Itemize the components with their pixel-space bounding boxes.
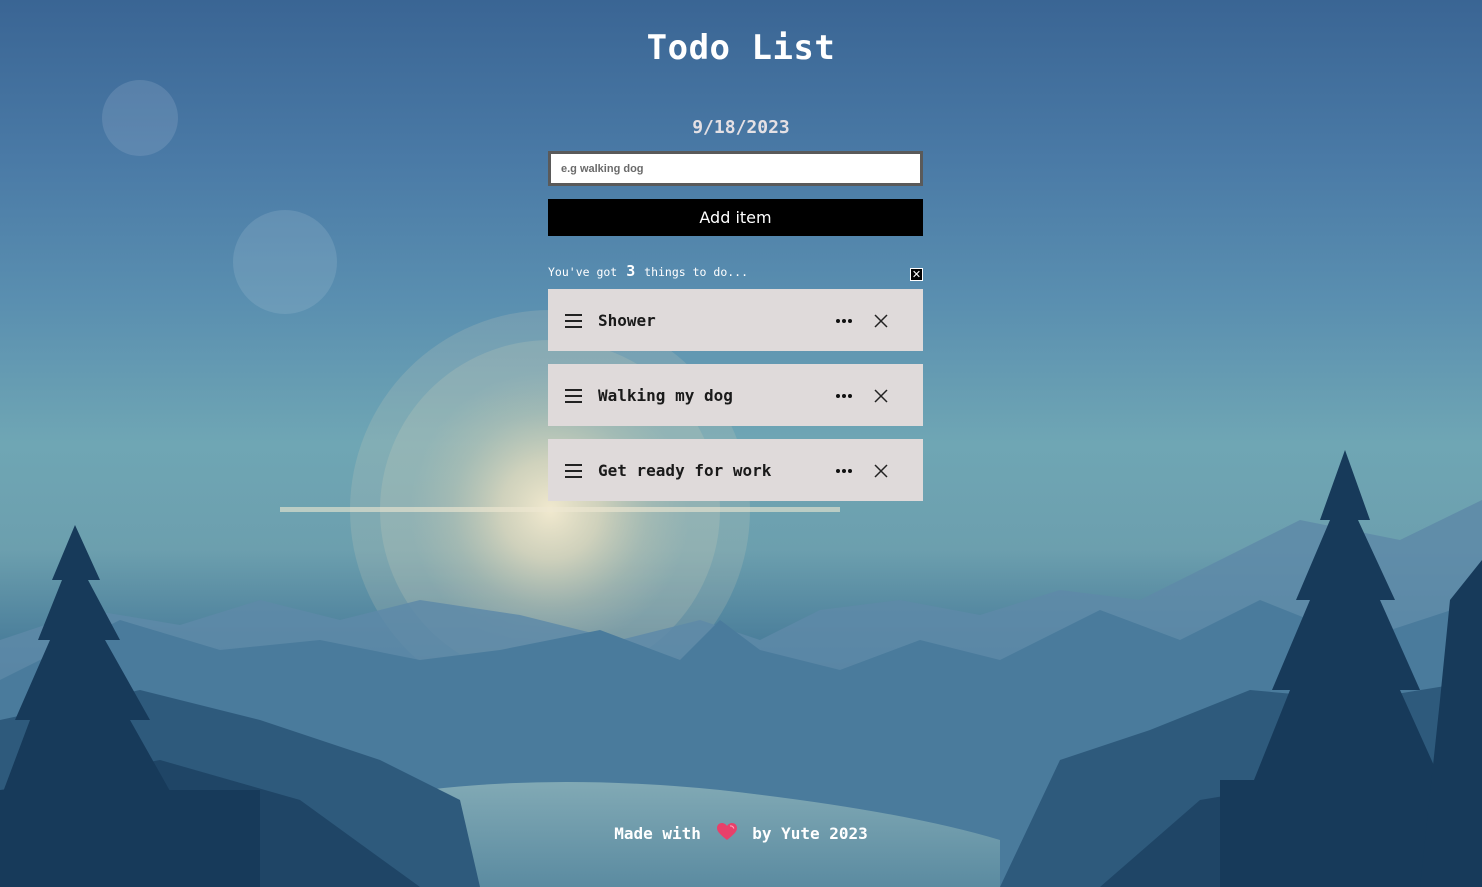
close-icon[interactable] [874,389,888,403]
hamburger-icon[interactable] [565,389,582,403]
counter-count: 3 [626,262,636,280]
todo-item-text: Get ready for work [598,461,772,480]
todo-item[interactable]: Walking my dog [548,364,923,426]
add-item-button[interactable]: Add item [548,199,923,236]
todo-app: Todo List 9/18/2023 Add item You've got … [0,0,1482,887]
more-horizontal-icon[interactable] [836,313,854,327]
new-item-input[interactable] [548,151,923,186]
current-date: 9/18/2023 [692,117,790,138]
heart-icon [716,823,737,845]
footer-text-after: by Yute 2023 [752,824,868,843]
more-horizontal-icon[interactable] [836,388,854,402]
close-icon[interactable] [874,314,888,328]
todo-list: Shower Walking my dog Get ready for work [548,289,923,514]
footer: Made with by Yute 2023 [0,823,1482,845]
page-title: Todo List [646,28,836,68]
hamburger-icon[interactable] [565,464,582,478]
clear-all-button[interactable]: ✕ [910,268,923,281]
more-horizontal-icon[interactable] [836,463,854,477]
items-counter: You've got 3 things to do... ✕ [548,262,923,282]
todo-item[interactable]: Get ready for work [548,439,923,501]
hamburger-icon[interactable] [565,314,582,328]
footer-text-before: Made with [614,824,701,843]
todo-item-text: Shower [598,311,656,330]
todo-item[interactable]: Shower [548,289,923,351]
close-icon[interactable] [874,464,888,478]
todo-item-text: Walking my dog [598,386,733,405]
counter-suffix: things to do... [644,265,749,279]
counter-prefix: You've got [548,265,618,279]
